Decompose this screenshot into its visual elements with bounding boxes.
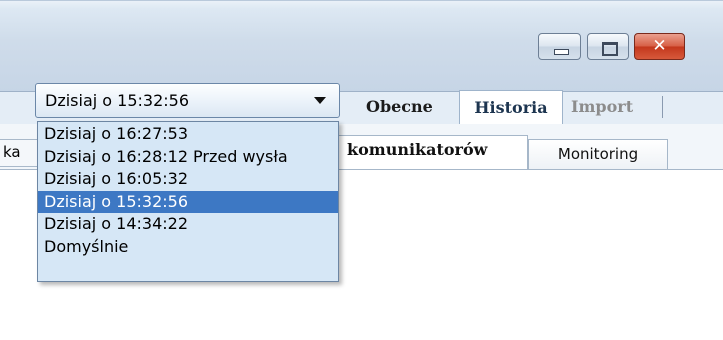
minimize-icon [554,49,569,55]
minimize-button[interactable] [538,33,581,60]
maximize-button[interactable] [587,33,629,60]
tab-historia[interactable]: Historia [459,90,563,124]
dropdown-item-label: Dzisiaj o 15:32:56 [44,191,189,211]
dropdown-item-label: Dzisiaj o 16:05:32 [44,169,189,188]
tab-import[interactable]: Import [566,90,638,124]
tab-monitoring[interactable]: Monitoring [528,139,668,169]
dropdown-item-label: Domyślnie [44,236,129,256]
tab-separator [662,96,663,118]
dropdown-item-label: Dzisiaj o 16:27:53 [44,124,189,143]
maximize-icon [602,42,618,56]
dropdown-item[interactable]: Dzisiaj o 16:28:12 Przed wysła [38,146,338,169]
dropdown-item-note: Przed wysła [193,146,288,166]
dropdown-item[interactable]: Dzisiaj o 16:27:53 [38,123,338,146]
history-date-combobox[interactable]: Dzisiaj o 15:32:56 [35,83,340,118]
dropdown-item[interactable]: Dzisiaj o 14:34:22 [38,213,338,236]
dropdown-item-label: Dzisiaj o 14:34:22 [44,214,189,233]
history-dropdown-list[interactable]: Dzisiaj o 16:27:53 Dzisiaj o 16:28:12 Prz… [37,121,339,282]
tab-obecne[interactable]: Obecne [361,90,438,124]
dropdown-item[interactable]: Domyślnie [38,236,338,259]
dropdown-item[interactable]: Dzisiaj o 16:05:32 [38,168,338,191]
tab-komunikatorow[interactable]: komunikatorów [338,135,528,169]
tab-partial-left[interactable]: ka [0,139,42,167]
close-icon: ✕ [652,36,667,56]
close-button[interactable]: ✕ [634,33,685,60]
combobox-value: Dzisiaj o 15:32:56 [45,91,190,110]
chevron-down-icon[interactable] [314,97,326,104]
dropdown-item-selected[interactable]: Dzisiaj o 15:32:56 [38,190,338,213]
dropdown-item-label: Dzisiaj o 16:28:12 [44,146,189,166]
